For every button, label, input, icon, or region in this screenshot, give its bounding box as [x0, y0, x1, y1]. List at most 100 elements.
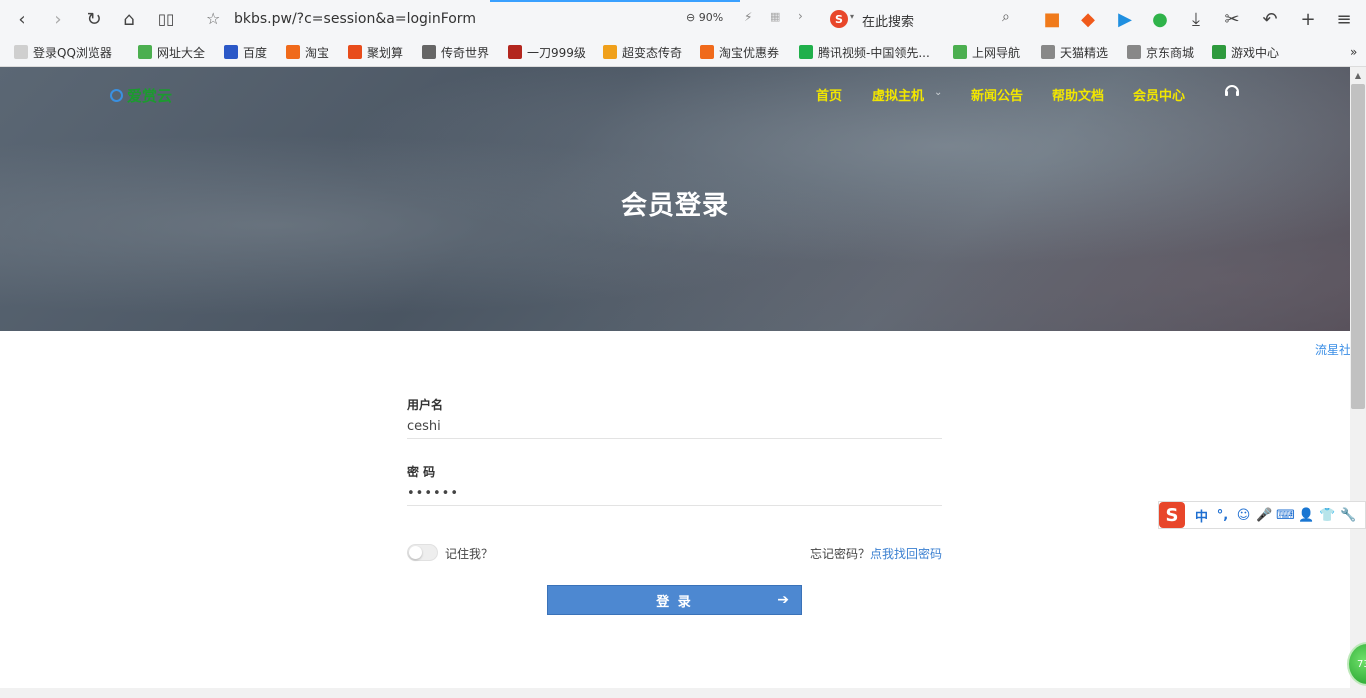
bookmark-label: 游戏中心	[1231, 45, 1280, 60]
bookmark-item[interactable]: 上网导航	[953, 44, 1020, 60]
qr-icon[interactable]: ▦	[770, 10, 780, 23]
toggle-knob	[409, 546, 422, 559]
bookmarks-bar: 登录QQ浏览器 网址大全 百度 淘宝 聚划算 传奇世界 一刀999级 超变态传奇 淘宝优惠券 腾讯…	[0, 38, 1366, 66]
ime-toolbar: S 中 °, ☺ 🎤 ⌨ 👤 👕 🔧	[1158, 501, 1366, 529]
login-button[interactable]: 登 录 ➔	[547, 585, 802, 615]
undo-icon[interactable]: ↶	[1258, 7, 1282, 31]
bookmark-favicon-icon	[953, 45, 967, 59]
star-icon[interactable]: ☆	[206, 9, 220, 28]
home-icon[interactable]: ⌂	[117, 7, 141, 31]
forward-icon[interactable]: ›	[46, 7, 70, 31]
username-label: 用户名	[407, 398, 444, 412]
scroll-thumb[interactable]	[1351, 84, 1365, 409]
nav-home[interactable]: 首页	[816, 85, 842, 104]
ime-punctuation-icon[interactable]: °,	[1212, 508, 1233, 523]
search-engine-icon[interactable]: S	[830, 10, 848, 28]
bookmark-label: 百度	[243, 45, 268, 60]
login-button-label: 登 录	[656, 594, 693, 610]
hero-banner: 爱赏云 首页 虚拟主机 ⌄ 新闻公告 帮助文档 会员中心 会员登录	[0, 67, 1350, 331]
game-icon[interactable]: ◆	[1076, 7, 1100, 31]
nav-virtual-host[interactable]: 虚拟主机	[872, 85, 924, 104]
forgot-password-link[interactable]: 点我找回密码	[870, 547, 942, 561]
bookmark-label: 京东商城	[1146, 45, 1195, 60]
remember-toggle[interactable]	[407, 544, 438, 561]
bookmark-item[interactable]: 淘宝	[286, 44, 329, 60]
bookmark-favicon-icon	[138, 45, 152, 59]
bookmark-label: 天猫精选	[1060, 45, 1109, 60]
bookmark-item[interactable]: 聚划算	[348, 44, 403, 60]
address-bar[interactable]: ☆ bkbs.pw/?c=session&a=loginForm ⊖ 90% ⚡…	[196, 5, 820, 33]
bookmark-label: 一刀999级	[527, 45, 586, 60]
bookmark-item[interactable]: 腾讯视频-中国领先...	[799, 44, 930, 60]
refresh-icon[interactable]: ↻	[82, 7, 106, 31]
chevron-right-icon[interactable]: ›	[798, 9, 803, 23]
bookmark-favicon-icon	[508, 45, 522, 59]
bookmark-item[interactable]: 京东商城	[1127, 44, 1194, 60]
bookmark-label: 淘宝	[305, 45, 330, 60]
back-icon[interactable]: ‹	[10, 7, 34, 31]
download-icon[interactable]: ⤓	[1184, 7, 1208, 31]
ime-settings-icon[interactable]: 🔧	[1338, 508, 1359, 523]
forgot-prefix: 忘记密码？	[809, 547, 870, 561]
bookmark-favicon-icon	[1212, 45, 1226, 59]
bookmarks-more-icon[interactable]: »	[1350, 44, 1357, 60]
ime-microphone-icon[interactable]: 🎤	[1254, 508, 1275, 523]
bookmark-label: 腾讯视频-中国领先...	[818, 45, 930, 60]
video-icon[interactable]: ■	[1040, 7, 1064, 31]
reader-icon[interactable]: ▯▯	[154, 7, 178, 31]
bookmark-item[interactable]: 传奇世界	[422, 44, 489, 60]
bookmark-label: 淘宝优惠券	[719, 45, 780, 60]
search-box[interactable]: S ▾ 在此搜索 ⌕	[828, 5, 1024, 33]
bookmark-item[interactable]: 一刀999级	[508, 44, 586, 60]
search-icon[interactable]: ⌕	[1002, 9, 1010, 25]
search-input[interactable]: 在此搜索	[862, 11, 914, 30]
bookmark-item[interactable]: 网址大全	[138, 44, 205, 60]
page-title: 会员登录	[620, 191, 729, 221]
ime-keyboard-icon[interactable]: ⌨	[1275, 508, 1296, 523]
wechat-icon[interactable]: ●	[1148, 7, 1172, 31]
headset-icon[interactable]	[1224, 83, 1240, 99]
bookmark-item[interactable]: 游戏中心	[1212, 44, 1279, 60]
bookmark-favicon-icon	[224, 45, 238, 59]
zoom-level[interactable]: ⊖ 90%	[686, 11, 723, 24]
browser-chrome: ‹ › ↻ ⌂ ▯▯ ☆ bkbs.pw/?c=session&a=loginF…	[0, 0, 1366, 67]
site-logo[interactable]: 爱赏云	[110, 85, 172, 106]
bookmark-item[interactable]: 百度	[224, 44, 267, 60]
lightning-icon[interactable]: ⚡	[744, 10, 752, 24]
logo-text: 爱赏云	[127, 87, 173, 105]
arrow-right-icon: ➔	[777, 592, 791, 608]
bookmark-favicon-icon	[1127, 45, 1141, 59]
loading-progress-bar	[490, 0, 740, 2]
nav-member-center[interactable]: 会员中心	[1133, 85, 1185, 104]
horizontal-scrollbar[interactable]	[0, 688, 1350, 698]
bookmark-favicon-icon	[422, 45, 436, 59]
play-icon[interactable]: ▶	[1113, 7, 1137, 31]
ime-skin-icon[interactable]: 👕	[1317, 508, 1338, 523]
new-tab-icon[interactable]: +	[1296, 7, 1320, 31]
logo-ring-icon	[110, 89, 123, 102]
ime-user-icon[interactable]: 👤	[1296, 508, 1317, 523]
menu-icon[interactable]: ≡	[1332, 7, 1356, 31]
scissors-icon[interactable]: ✂	[1220, 7, 1244, 31]
chevron-down-icon[interactable]: ▾	[850, 12, 854, 21]
forgot-password: 忘记密码？点我找回密码	[810, 545, 942, 562]
sogou-logo-icon[interactable]: S	[1159, 502, 1185, 528]
ime-chinese-mode[interactable]: 中	[1191, 506, 1212, 525]
ime-emoji-icon[interactable]: ☺	[1233, 508, 1254, 523]
bookmark-item[interactable]: 天猫精选	[1041, 44, 1108, 60]
chevron-down-icon[interactable]: ⌄	[934, 87, 942, 98]
username-input[interactable]	[407, 415, 942, 439]
browser-toolbar: ‹ › ↻ ⌂ ▯▯ ☆ bkbs.pw/?c=session&a=loginF…	[0, 0, 1366, 38]
bookmark-favicon-icon	[799, 45, 813, 59]
bookmark-item[interactable]: 超变态传奇	[603, 44, 682, 60]
nav-news[interactable]: 新闻公告	[971, 85, 1023, 104]
bookmark-item[interactable]: 淘宝优惠券	[700, 44, 779, 60]
bookmark-favicon-icon	[348, 45, 362, 59]
scroll-up-arrow[interactable]: ▲	[1350, 67, 1366, 83]
bookmark-favicon-icon	[603, 45, 617, 59]
url-text[interactable]: bkbs.pw/?c=session&a=loginForm	[234, 11, 476, 27]
password-input[interactable]: ••••••	[407, 482, 942, 506]
bookmark-item[interactable]: 登录QQ浏览器	[14, 44, 112, 60]
bookmark-favicon-icon	[286, 45, 300, 59]
nav-help[interactable]: 帮助文档	[1052, 85, 1104, 104]
